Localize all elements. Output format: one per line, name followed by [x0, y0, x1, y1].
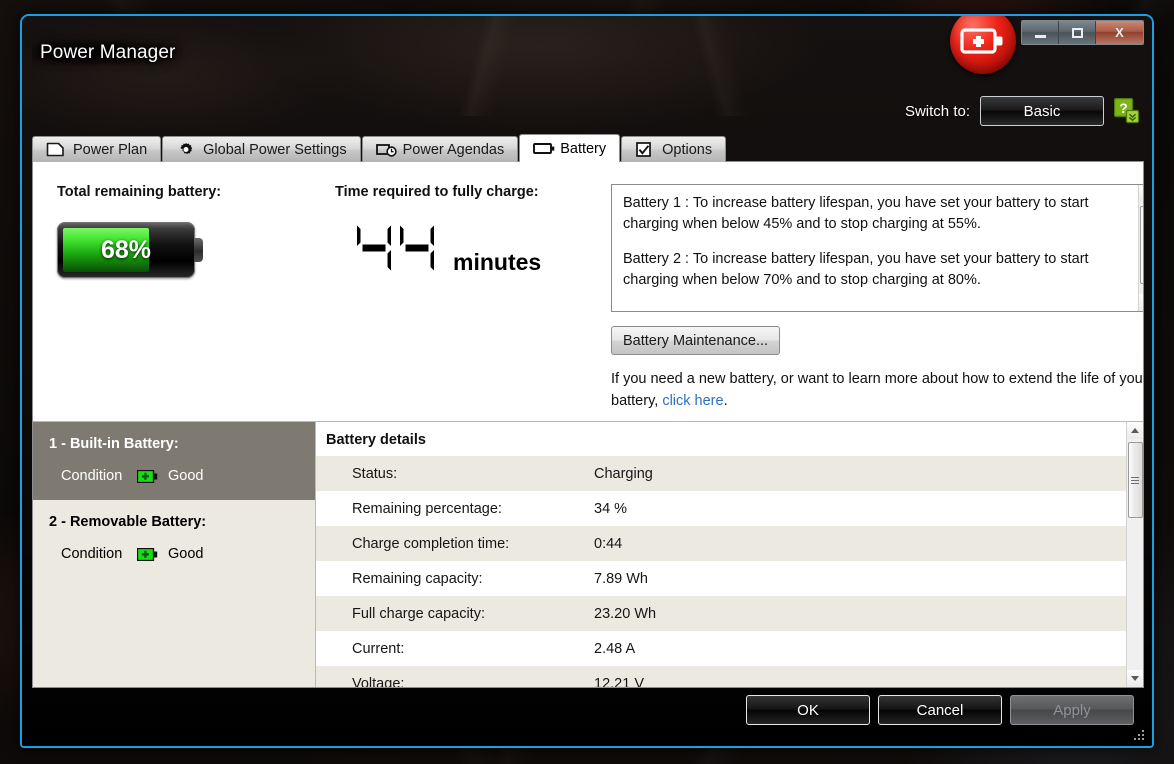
battery-good-icon [136, 469, 158, 483]
list-item[interactable]: 2 - Removable Battery: Condition Good [33, 500, 315, 578]
dialog-footer: OK Cancel Apply [22, 684, 1152, 746]
lcd-digits [357, 220, 443, 281]
tab-power-agendas[interactable]: Power Agendas [361, 136, 519, 162]
maximize-icon [1071, 27, 1083, 38]
battery-details-title: Battery details [326, 432, 426, 448]
battery-details-table: Status: Charging Remaining percentage: 34 %… [316, 456, 1126, 687]
ok-button[interactable]: OK [746, 695, 870, 725]
condition-value: Good [168, 546, 204, 562]
battery-good-icon [136, 547, 158, 561]
list-item[interactable]: 1 - Built-in Battery: Condition Good [33, 422, 315, 500]
battery-icon [533, 141, 555, 156]
scroll-thumb[interactable] [1139, 206, 1144, 284]
apply-button: Apply [1010, 695, 1134, 725]
charge-time-label: Time required to fully charge: [335, 184, 539, 200]
switch-to-basic-button[interactable]: Basic [980, 96, 1104, 126]
detail-key: Status: [352, 465, 398, 482]
condition-value: Good [168, 468, 204, 484]
tab-battery[interactable]: Battery [519, 134, 621, 162]
battery-condition-row: Condition Good [49, 546, 299, 562]
total-battery-label: Total remaining battery: [57, 184, 222, 200]
battery-details-panel: Battery details Status: Charging Remaining… [316, 422, 1143, 687]
maintenance-note: If you need a new battery, or want to le… [611, 369, 1143, 413]
gear-icon [176, 142, 196, 157]
battery-maintenance-button[interactable]: Battery Maintenance... [611, 326, 781, 355]
switch-to-label: Switch to: [904, 102, 970, 120]
maintenance-note-period: . [723, 392, 728, 409]
battery-info-box: Battery 1 : To increase battery lifespan… [611, 184, 1144, 312]
detail-key: Full charge capacity: [352, 605, 485, 622]
scroll-track[interactable] [1126, 439, 1143, 670]
total-battery-section: Total remaining battery: 68% [57, 184, 221, 278]
battery-list-title: 1 - Built-in Battery: [49, 436, 179, 452]
scroll-up-button[interactable] [1126, 422, 1143, 439]
battery-info-text: Battery 1 : To increase battery lifespan… [612, 185, 1138, 311]
page-title: Power Manager [32, 40, 184, 66]
battery-clock-icon [375, 142, 397, 157]
battery-lower-area: 1 - Built-in Battery: Condition Good 2 -… [33, 421, 1143, 687]
page-icon [46, 142, 66, 157]
scroll-grip-icon [1131, 475, 1139, 486]
charge-time-units: minutes [453, 249, 542, 275]
click-here-link[interactable]: click here [662, 393, 723, 409]
tab-strip: Power Plan Global Power Settings Power A… [32, 134, 1152, 162]
battery-gauge: 68% [57, 222, 203, 278]
detail-value: 2.48 A [594, 640, 636, 657]
tab-options[interactable]: Options [621, 136, 727, 162]
tab-label: Power Plan [73, 141, 148, 158]
battery-gauge-terminal [194, 238, 203, 262]
charge-time-section: Time required to fully charge: minutes [335, 184, 541, 281]
details-scrollbar[interactable] [1126, 422, 1143, 687]
detail-key: Remaining capacity: [352, 570, 483, 587]
minimize-icon [1034, 34, 1046, 38]
cancel-button[interactable]: Cancel [878, 695, 1002, 725]
info-scrollbar[interactable] [1138, 185, 1144, 311]
tab-power-plan[interactable]: Power Plan [32, 136, 162, 162]
scroll-down-button[interactable] [1138, 294, 1143, 311]
battery-list: 1 - Built-in Battery: Condition Good 2 -… [33, 422, 316, 687]
help-icon[interactable]: ? [1113, 97, 1140, 124]
scroll-track[interactable] [1138, 202, 1144, 294]
charge-time-value: minutes [335, 220, 541, 281]
table-row: Remaining percentage: 34 % [316, 491, 1126, 526]
detail-key: Current: [352, 640, 405, 657]
scroll-thumb[interactable] [1127, 442, 1143, 518]
checkbox-icon [635, 142, 655, 157]
tab-label: Global Power Settings [203, 141, 347, 158]
detail-value: 0:44 [594, 535, 623, 552]
table-row: Full charge capacity: 23.20 Wh [316, 596, 1126, 631]
table-row: Status: Charging [316, 456, 1126, 491]
power-manager-window: Power Manager X Switch to: Basic ? Power… [20, 14, 1154, 748]
detail-key: Remaining percentage: [352, 500, 502, 517]
condition-label: Condition [61, 546, 123, 562]
battery-condition-row: Condition Good [49, 468, 299, 484]
info-line-1: Battery 1 : To increase battery lifespan… [623, 195, 1089, 232]
tab-label: Power Agendas [402, 141, 505, 158]
detail-value: Charging [594, 465, 653, 482]
table-row: Remaining capacity: 7.89 Wh [316, 561, 1126, 596]
scroll-grip-icon [1143, 240, 1144, 251]
tab-label: Options [662, 141, 713, 158]
tab-global-power-settings[interactable]: Global Power Settings [162, 136, 361, 162]
scroll-up-button[interactable] [1138, 185, 1143, 202]
switch-to-row: Switch to: Basic ? [905, 96, 1140, 126]
resize-grip[interactable] [1130, 726, 1144, 740]
detail-key: Charge completion time: [352, 535, 510, 552]
battery-percent-text: 68% [100, 235, 152, 264]
condition-label: Condition [61, 468, 123, 484]
info-line-2: Battery 2 : To increase battery lifespan… [623, 250, 1089, 288]
detail-value: 23.20 Wh [594, 605, 657, 622]
table-row: Current: 2.48 A [316, 631, 1126, 666]
detail-value: 34 % [594, 500, 628, 517]
battery-details-content: Battery details Status: Charging Remaining… [316, 422, 1126, 687]
detail-value: 7.89 Wh [594, 570, 648, 587]
minimize-button[interactable] [1022, 21, 1059, 44]
close-button[interactable]: X [1096, 21, 1143, 44]
tab-label: Battery [560, 140, 607, 157]
table-row: Charge completion time: 0:44 [316, 526, 1126, 561]
battery-tab-panel: Total remaining battery: 68% Time requir… [32, 161, 1144, 688]
window-controls: X [1021, 20, 1144, 45]
battery-list-title: 2 - Removable Battery: [49, 514, 207, 530]
maximize-button[interactable] [1059, 21, 1096, 44]
